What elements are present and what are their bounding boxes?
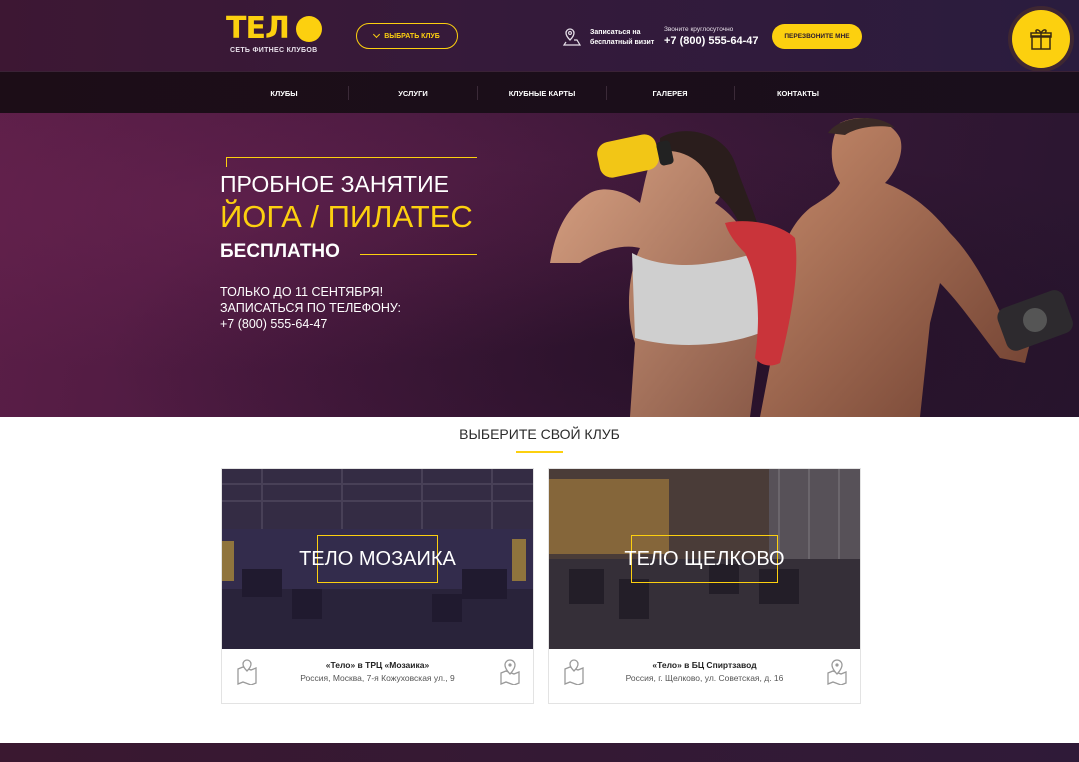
nav-divider xyxy=(477,86,478,100)
map-pin-icon xyxy=(562,28,582,46)
club-name: ТЕЛО ЩЕЛКОВО xyxy=(624,548,785,570)
phone-caption: Звоните круглосуточно xyxy=(664,26,734,33)
site-header: ТЕЛ СЕТЬ ФИТНЕС КЛУБОВ ВЫБРАТЬ КЛУБ Запи… xyxy=(0,0,1079,71)
select-club-button[interactable]: ВЫБРАТЬ КЛУБ xyxy=(356,23,458,49)
nav-divider xyxy=(606,86,607,100)
club-address: Россия, Москва, 7-я Кожуховская ул., 9 xyxy=(300,673,455,683)
club-info: «Тело» в ТРЦ «Мозаика» Россия, Москва, 7… xyxy=(222,659,533,685)
hero-frame-line xyxy=(226,157,477,158)
hero-description: ТОЛЬКО ДО 11 СЕНТЯБРЯ! ЗАПИСАТЬСЯ ПО ТЕЛ… xyxy=(220,284,401,332)
main-nav: КЛУБЫ УСЛУГИ КЛУБНЫЕ КАРТЫ ГАЛЕРЕЯ КОНТА… xyxy=(0,71,1079,113)
select-club-label: ВЫБРАТЬ КЛУБ xyxy=(384,32,440,40)
callback-button[interactable]: ПЕРЕЗВОНИТЕ МНЕ xyxy=(772,24,862,49)
phone-number[interactable]: +7 (800) 555-64-47 xyxy=(664,34,758,48)
nav-item-gallery[interactable]: ГАЛЕРЕЯ xyxy=(616,72,724,114)
free-visit-line1: Записаться на xyxy=(590,29,641,36)
hero-heading-line3: БЕСПЛАТНО xyxy=(220,241,340,262)
hero-frame-line xyxy=(226,157,227,167)
map-pin-icon xyxy=(500,659,520,685)
club-info: «Тело» в БЦ Спиртзавод Россия, г. Щелков… xyxy=(549,659,860,685)
next-section-band xyxy=(0,743,1079,762)
club-card-mozaika[interactable]: ТЕЛО МОЗАИКА «Тело» в ТРЦ «Мозаика» Росс… xyxy=(221,468,534,704)
club-place: «Тело» в БЦ Спиртзавод xyxy=(652,660,757,670)
gift-icon xyxy=(1030,29,1052,50)
hero-frame-line xyxy=(360,254,477,255)
hero-heading-line2: ЙОГА / ПИЛАТЕС xyxy=(220,199,473,234)
map-pin-icon xyxy=(827,659,847,685)
club-place: «Тело» в ТРЦ «Мозаика» xyxy=(325,660,430,670)
clubs-section-title: ВЫБЕРИТЕ СВОЙ КЛУБ xyxy=(459,426,620,442)
club-name: ТЕЛО МОЗАИКА xyxy=(299,548,456,570)
gift-button[interactable] xyxy=(1012,10,1070,68)
nav-divider xyxy=(348,86,349,100)
nav-item-services[interactable]: УСЛУГИ xyxy=(358,72,468,114)
free-visit-link[interactable]: Записаться на бесплатный визит xyxy=(590,28,654,48)
logo[interactable]: ТЕЛ СЕТЬ ФИТНЕС КЛУБОВ xyxy=(226,13,322,57)
hero-desc-phone[interactable]: +7 (800) 555-64-47 xyxy=(220,316,401,332)
logo-wordmark: ТЕЛ xyxy=(226,11,290,46)
club-address: Россия, г. Щелково, ул. Советская, д. 16 xyxy=(625,673,784,683)
nav-item-contacts[interactable]: КОНТАКТЫ xyxy=(744,72,852,114)
page: ТЕЛ СЕТЬ ФИТНЕС КЛУБОВ ВЫБРАТЬ КЛУБ Запи… xyxy=(0,0,1079,762)
hero-banner: ПРОБНОЕ ЗАНЯТИЕ ЙОГА / ПИЛАТЕС БЕСПЛАТНО… xyxy=(0,113,1079,417)
hero-heading-line1: ПРОБНОЕ ЗАНЯТИЕ xyxy=(220,171,449,197)
chevron-down-icon xyxy=(373,30,381,39)
phone-block: Звоните круглосуточно +7 (800) 555-64-47 xyxy=(664,26,758,48)
hero-desc-line1: ТОЛЬКО ДО 11 СЕНТЯБРЯ! xyxy=(220,285,384,299)
free-visit-line2: бесплатный визит xyxy=(590,39,655,46)
clubs-title-underline xyxy=(516,451,563,453)
athletes-image xyxy=(550,117,1073,417)
nav-divider xyxy=(734,86,735,100)
nav-item-club-cards[interactable]: КЛУБНЫЕ КАРТЫ xyxy=(487,72,597,114)
club-card-shchelkovo[interactable]: ТЕЛО ЩЕЛКОВО «Тело» в БЦ Спиртзавод Росс… xyxy=(548,468,861,704)
logo-subtitle: СЕТЬ ФИТНЕС КЛУБОВ xyxy=(230,47,318,54)
logo-circle-mark xyxy=(296,16,322,42)
nav-item-clubs[interactable]: КЛУБЫ xyxy=(230,72,338,114)
hero-desc-line2: ЗАПИСАТЬСЯ ПО ТЕЛЕФОНУ: xyxy=(220,301,402,315)
